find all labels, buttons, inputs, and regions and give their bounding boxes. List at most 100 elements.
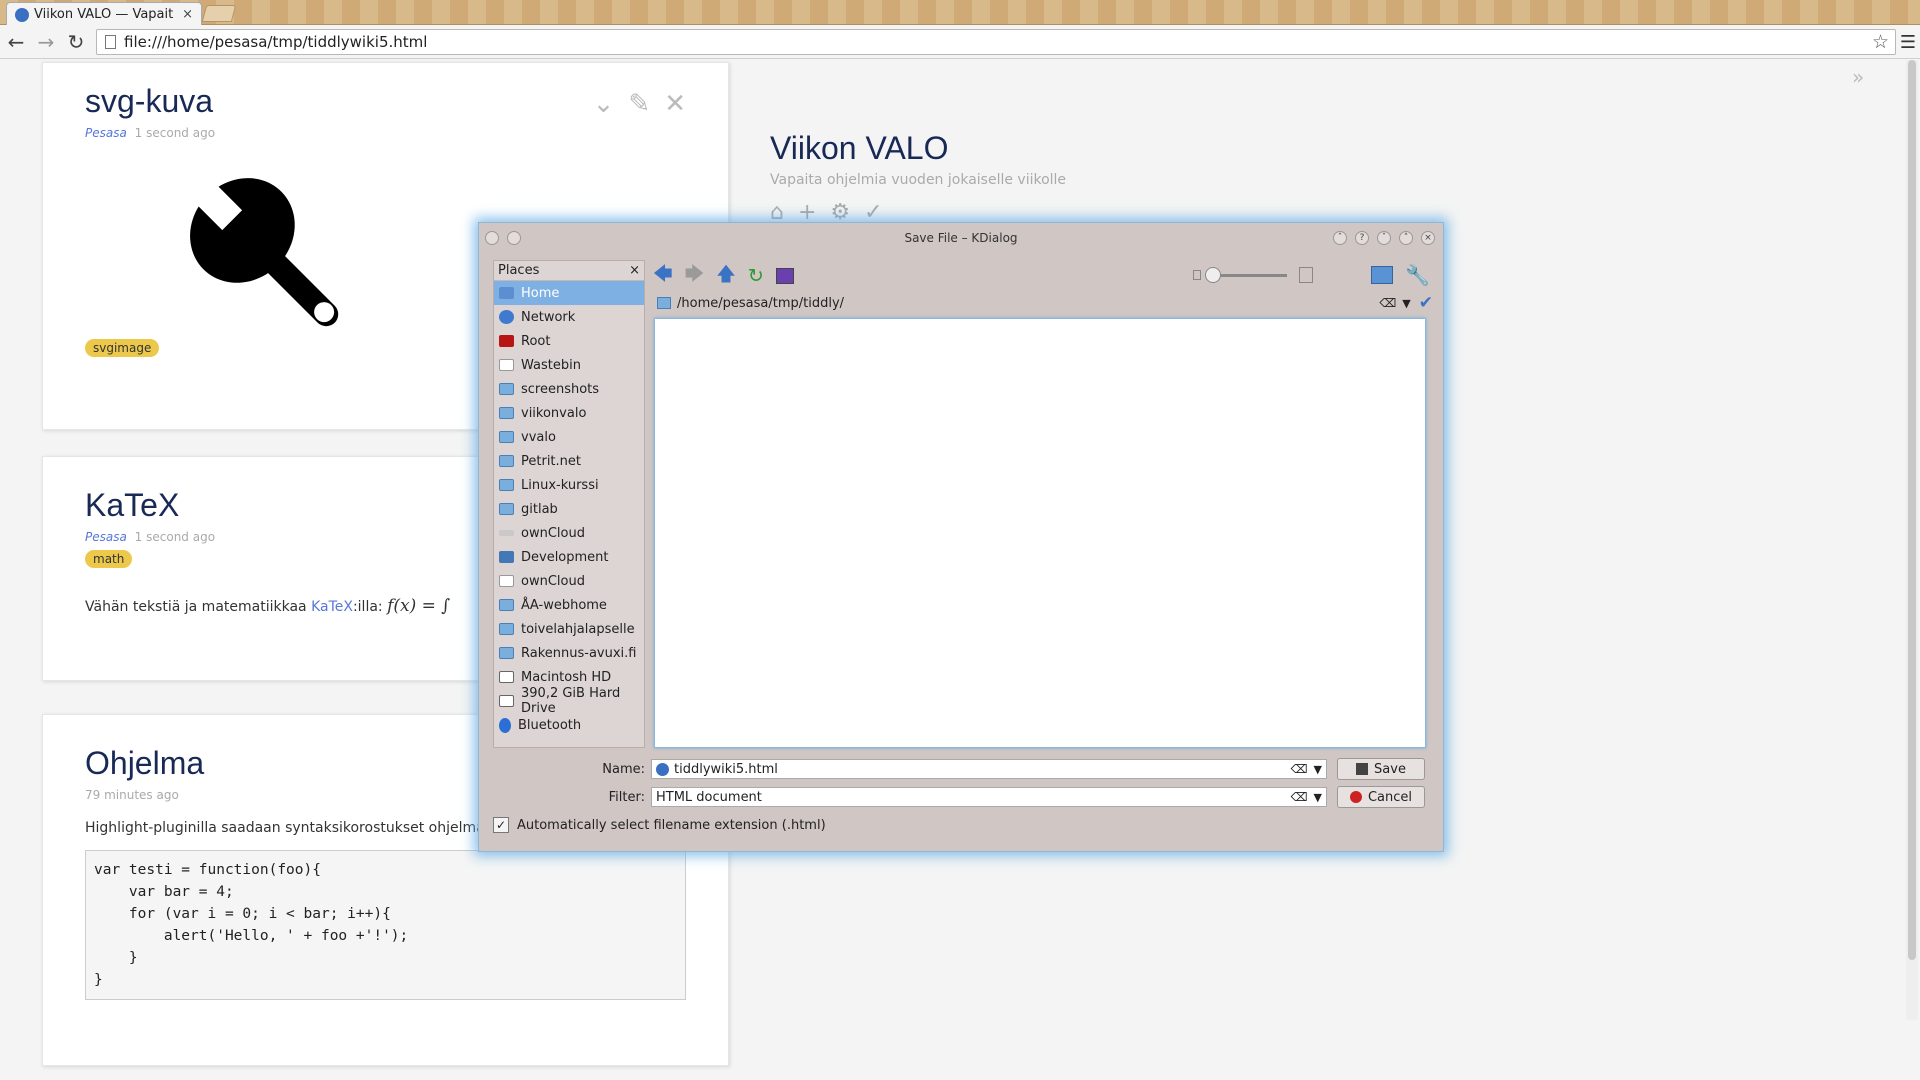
- page-icon: [105, 35, 116, 49]
- places-title: Places: [498, 263, 540, 278]
- clear-icon[interactable]: ⌫: [1291, 790, 1308, 804]
- url-text: file:///home/pesasa/tmp/tiddlywiki5.html: [124, 33, 428, 51]
- scrollbar-thumb[interactable]: [1908, 60, 1916, 960]
- reload-icon[interactable]: ↻: [62, 28, 90, 56]
- file-list-view[interactable]: [654, 318, 1426, 748]
- place-item[interactable]: Linux-kurssi: [494, 473, 644, 497]
- body-text-before: Vähän tekstiä ja matematiikkaa: [85, 599, 312, 615]
- chevron-down-icon[interactable]: ▼: [1314, 791, 1322, 804]
- site-title: Viikon VALO: [770, 130, 949, 166]
- slider-handle[interactable]: [1205, 266, 1221, 283]
- place-item[interactable]: Development: [494, 545, 644, 569]
- places-list: Home Network Root Wastebin screenshots viikon…: [494, 281, 644, 737]
- filter-combo[interactable]: HTML document ⌫ ▼: [651, 787, 1327, 807]
- tiddler-author[interactable]: Pesasa: [85, 530, 127, 544]
- confirm-check-icon[interactable]: ✔: [1419, 293, 1433, 313]
- site-subtitle: Vapaita ohjelmia vuoden jokaiselle viiko…: [770, 172, 1067, 188]
- place-label: Home: [521, 285, 560, 301]
- new-tab-button[interactable]: [201, 5, 237, 22]
- path-combo[interactable]: /home/pesasa/tmp/tiddly/ ⌫ ▼ ✔: [653, 293, 1433, 313]
- place-item[interactable]: Petrit.net: [494, 449, 644, 473]
- cancel-button[interactable]: Cancel: [1337, 786, 1425, 808]
- folder-icon: [499, 455, 514, 467]
- folder-icon: [499, 383, 514, 395]
- tag-pill[interactable]: math: [85, 550, 133, 568]
- cloud-icon: [499, 530, 514, 536]
- tiddler-controls: ⌄ ✎ ✕: [593, 89, 686, 119]
- slider-track[interactable]: [1205, 266, 1287, 283]
- reload-icon[interactable]: ↻: [748, 265, 764, 287]
- network-icon: [499, 310, 514, 324]
- back-icon[interactable]: ←: [2, 28, 30, 56]
- menu-icon[interactable]: ☰: [1900, 32, 1916, 53]
- chevron-down-icon[interactable]: ▼: [1314, 763, 1322, 776]
- clear-icon[interactable]: ⌫: [1379, 296, 1396, 310]
- chevron-down-icon[interactable]: ▼: [1402, 297, 1410, 310]
- maximize-icon[interactable]: ˄: [1399, 231, 1413, 245]
- place-label: ownCloud: [521, 525, 585, 541]
- more-chevron-icon[interactable]: ⌄: [593, 89, 615, 119]
- place-item[interactable]: toivelahjalapselle: [494, 617, 644, 641]
- save-disk-icon: [1356, 763, 1369, 775]
- tab-active[interactable]: Viikon VALO — Vapait ×: [6, 2, 202, 26]
- name-row: Name: tiddlywiki5.html ⌫ ▼ Save: [579, 758, 1435, 780]
- options-wrench-icon[interactable]: 🔧: [1405, 263, 1430, 287]
- new-folder-icon[interactable]: [1371, 266, 1393, 284]
- dialog-titlebar[interactable]: Save File – KDialog ˆ ? ˇ ˄ ×: [479, 223, 1443, 253]
- sidebar-toggle-chevron-icon[interactable]: »: [1852, 65, 1864, 89]
- place-item[interactable]: Bluetooth: [494, 713, 644, 737]
- place-item[interactable]: Root: [494, 329, 644, 353]
- large-icons-icon: [1299, 267, 1313, 283]
- name-label: Name:: [602, 761, 645, 777]
- bookmark-star-icon[interactable]: ☆: [1872, 31, 1889, 53]
- up-icon[interactable]: 🡅: [716, 260, 736, 292]
- close-icon[interactable]: ×: [1421, 231, 1435, 245]
- place-item[interactable]: ownCloud: [494, 569, 644, 593]
- place-item[interactable]: ownCloud: [494, 521, 644, 545]
- cancel-label: Cancel: [1367, 789, 1413, 805]
- body-text-after: :illa:: [352, 599, 388, 615]
- window-menu-icon[interactable]: [485, 231, 499, 245]
- place-item[interactable]: Wastebin: [494, 353, 644, 377]
- sticky-icon[interactable]: [507, 231, 521, 245]
- code-line: var bar = 4;: [94, 884, 234, 900]
- forward-icon[interactable]: →: [32, 28, 60, 56]
- place-label: Root: [521, 333, 551, 349]
- place-label: viikonvalo: [521, 405, 587, 421]
- place-item[interactable]: ÅA-webhome: [494, 593, 644, 617]
- small-icons-icon: [1193, 270, 1201, 280]
- forward-icon[interactable]: 🡆: [685, 260, 705, 292]
- folder-icon: [499, 623, 514, 635]
- dialog-title: Save File – KDialog: [904, 231, 1018, 245]
- minimize-icon[interactable]: ˇ: [1377, 231, 1391, 245]
- place-item[interactable]: gitlab: [494, 497, 644, 521]
- shade-icon[interactable]: ˆ: [1333, 231, 1347, 245]
- tab-close-icon[interactable]: ×: [182, 7, 193, 22]
- place-item[interactable]: Rakennus-avuxi.fi: [494, 641, 644, 665]
- place-item[interactable]: screenshots: [494, 377, 644, 401]
- edit-pencil-icon[interactable]: ✎: [628, 89, 650, 119]
- katex-link[interactable]: KaTeX: [311, 599, 353, 615]
- zoom-slider[interactable]: [1193, 266, 1323, 283]
- tiddler-author[interactable]: Pesasa: [85, 126, 127, 140]
- place-item[interactable]: Home: [494, 281, 644, 305]
- auto-extension-checkbox[interactable]: ✓: [493, 817, 509, 833]
- filename-input[interactable]: tiddlywiki5.html ⌫ ▼: [651, 759, 1327, 779]
- tab-strip: Viikon VALO — Vapait ×: [0, 0, 1920, 26]
- clear-icon[interactable]: ⌫: [1291, 762, 1308, 776]
- address-bar[interactable]: file:///home/pesasa/tmp/tiddlywiki5.html…: [96, 29, 1896, 55]
- place-label: Bluetooth: [518, 717, 582, 733]
- place-item[interactable]: viikonvalo: [494, 401, 644, 425]
- help-icon[interactable]: ?: [1355, 231, 1369, 245]
- close-icon[interactable]: ✕: [664, 89, 686, 119]
- preview-icon[interactable]: [775, 268, 794, 284]
- save-button[interactable]: Save: [1337, 758, 1425, 780]
- place-item[interactable]: vvalo: [494, 425, 644, 449]
- tag-pill[interactable]: svgimage: [85, 339, 160, 357]
- back-icon[interactable]: 🡄: [653, 260, 673, 292]
- places-close-icon[interactable]: ×: [629, 263, 640, 278]
- folder-icon: [499, 407, 514, 419]
- place-item[interactable]: Network: [494, 305, 644, 329]
- page-scrollbar[interactable]: [1906, 60, 1918, 1020]
- place-item[interactable]: 390,2 GiB Hard Drive: [494, 686, 644, 716]
